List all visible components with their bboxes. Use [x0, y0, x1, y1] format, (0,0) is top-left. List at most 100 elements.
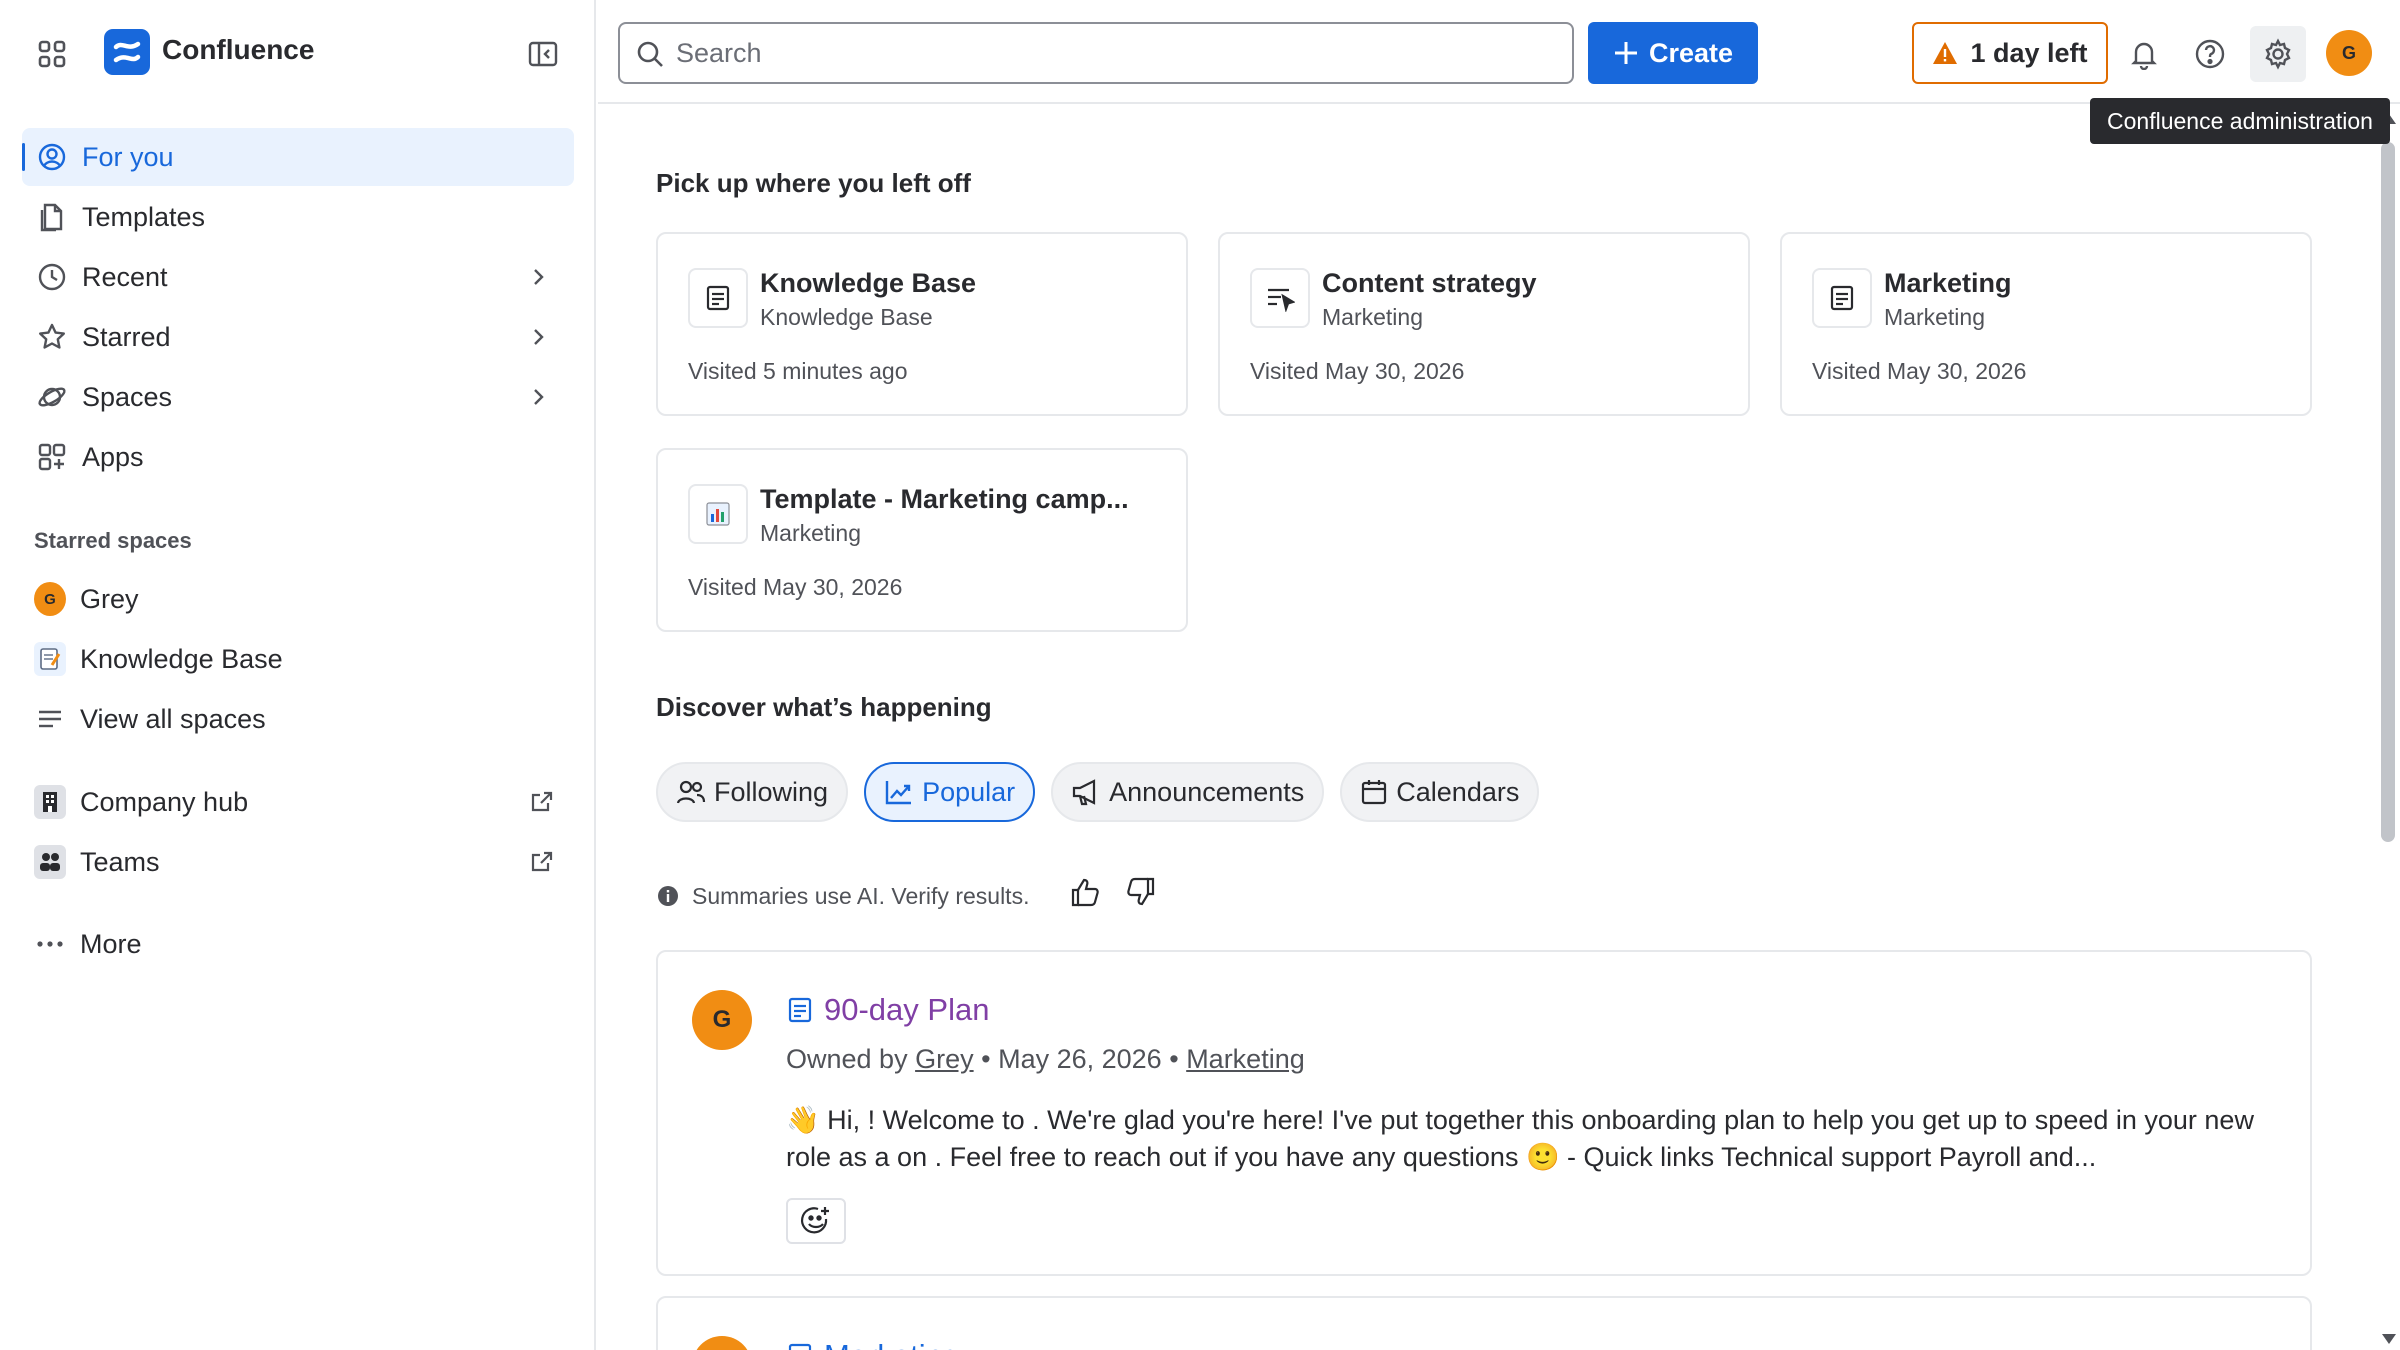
- card-title: Knowledge Base: [760, 268, 977, 298]
- feed-title-link[interactable]: 90-day Plan: [786, 992, 989, 1028]
- recent-card[interactable]: Knowledge Base Knowledge Base Visited 5 …: [656, 232, 1188, 416]
- scroll-down-icon[interactable]: [2382, 1334, 2396, 1344]
- sidebar-item-label: Spaces: [82, 381, 173, 412]
- chevron-right-icon[interactable]: [522, 261, 554, 293]
- sidebar-item-templates[interactable]: Templates: [22, 188, 574, 246]
- card-visited: Visited May 30, 2026: [688, 574, 903, 600]
- sidebar-item-apps[interactable]: Apps: [22, 428, 574, 486]
- recent-card[interactable]: Content strategy Marketing Visited May 3…: [1218, 232, 1750, 416]
- tab-following[interactable]: Following: [656, 762, 849, 822]
- sidebar-item-more[interactable]: More: [22, 915, 574, 973]
- card-space: Knowledge Base: [760, 304, 933, 330]
- sidebar-item-recent[interactable]: Recent: [22, 248, 574, 306]
- sidebar-item-teams[interactable]: Teams: [22, 833, 574, 891]
- external-link-icon[interactable]: [526, 786, 558, 818]
- tab-label: Calendars: [1396, 776, 1520, 807]
- discover-heading: Discover what’s happening: [656, 692, 992, 722]
- search-icon: [634, 38, 666, 70]
- top-bar: Search Create 1 day left G: [598, 0, 2400, 104]
- user-circle-icon: [36, 141, 68, 173]
- sidebar-item-label: Knowledge Base: [80, 643, 283, 674]
- sidebar-item-spaces[interactable]: Spaces: [22, 368, 574, 426]
- sidebar-space-knowledge-base[interactable]: Knowledge Base: [22, 630, 574, 688]
- tab-popular[interactable]: Popular: [864, 762, 1036, 822]
- list-icon: [34, 703, 66, 735]
- tab-label: Following: [714, 776, 829, 807]
- sidebar-item-label: View all spaces: [80, 703, 266, 734]
- thumbs-up-icon[interactable]: [1066, 872, 1106, 912]
- info-icon: [658, 886, 678, 906]
- add-reaction-icon[interactable]: [786, 1198, 846, 1244]
- whiteboard-icon: [1250, 268, 1310, 328]
- main-scrollbar[interactable]: [2378, 106, 2400, 1350]
- search-input[interactable]: Search: [618, 22, 1574, 84]
- author-avatar[interactable]: [692, 1336, 752, 1350]
- author-avatar[interactable]: G: [692, 990, 752, 1050]
- scrollbar-thumb[interactable]: [2381, 142, 2395, 842]
- tab-announcements[interactable]: Announcements: [1051, 762, 1325, 822]
- sidebar-item-for-you[interactable]: For you: [22, 128, 574, 186]
- feed-meta: Owned by Grey • May 26, 2026 • Marketing: [786, 1044, 1305, 1074]
- starred-spaces-list: G Grey Knowledge Base View all spaces: [22, 570, 574, 750]
- tab-calendars[interactable]: Calendars: [1340, 762, 1540, 822]
- plus-icon: [1614, 42, 1637, 64]
- card-space: Marketing: [1322, 304, 1423, 330]
- recent-card[interactable]: Template - Marketing camp... Marketing V…: [656, 448, 1188, 632]
- tab-label: Announcements: [1109, 776, 1305, 807]
- recent-heading: Pick up where you left off: [656, 168, 971, 198]
- sidebar-links: Company hub Teams: [22, 773, 574, 893]
- main-content: Pick up where you left off Knowledge Bas…: [598, 106, 2378, 1350]
- collapse-sidebar-icon[interactable]: [520, 32, 566, 76]
- sidebar-item-starred[interactable]: Starred: [22, 308, 574, 366]
- warning-icon: [1933, 42, 1958, 64]
- settings-gear-icon[interactable]: [2250, 26, 2306, 82]
- sidebar: Confluence For you Templates Recent Star…: [0, 0, 596, 1350]
- planet-icon: [36, 381, 68, 413]
- feed-item[interactable]: G 90-day Plan Owned by Grey • May 26, 20…: [656, 950, 2312, 1276]
- confluence-logo-icon[interactable]: [104, 29, 150, 75]
- thumbs-down-icon[interactable]: [1120, 872, 1160, 912]
- chevron-right-icon[interactable]: [522, 381, 554, 413]
- feed-title-link[interactable]: Marketing: [786, 1338, 960, 1350]
- owner-link[interactable]: Grey: [915, 1044, 974, 1074]
- page-icon: [1812, 268, 1872, 328]
- help-icon[interactable]: [2182, 26, 2238, 82]
- ai-disclaimer: Summaries use AI. Verify results.: [656, 876, 1029, 916]
- space-link[interactable]: Marketing: [1186, 1044, 1305, 1074]
- feed-item[interactable]: Marketing: [656, 1296, 2312, 1350]
- brand-name[interactable]: Confluence: [162, 34, 314, 66]
- external-link-icon[interactable]: [526, 846, 558, 878]
- admin-tooltip: Confluence administration: [2090, 98, 2390, 144]
- notifications-bell-icon[interactable]: [2116, 26, 2172, 82]
- apps-add-icon: [36, 441, 68, 473]
- recent-card[interactable]: Marketing Marketing Visited May 30, 2026: [1780, 232, 2312, 416]
- sidebar-item-label: Templates: [82, 201, 206, 232]
- sidebar-more: More: [22, 915, 574, 975]
- sidebar-item-label: Teams: [80, 846, 160, 877]
- sidebar-item-label: Apps: [82, 441, 144, 472]
- sidebar-item-company-hub[interactable]: Company hub: [22, 773, 574, 831]
- feed-summary: 👋 Hi, ! Welcome to . We're glad you're h…: [786, 1105, 2254, 1172]
- card-space: Marketing: [1884, 304, 1985, 330]
- chevron-right-icon[interactable]: [522, 321, 554, 353]
- people-icon: [676, 780, 706, 804]
- sidebar-item-label: Recent: [82, 261, 168, 292]
- star-icon: [36, 321, 68, 353]
- create-label: Create: [1648, 37, 1734, 68]
- sidebar-view-all-spaces[interactable]: View all spaces: [22, 690, 574, 748]
- more-dots-icon: [34, 928, 66, 960]
- card-space: Marketing: [760, 520, 861, 546]
- sidebar-space-grey[interactable]: G Grey: [22, 570, 574, 628]
- calendar-icon: [1362, 780, 1387, 805]
- card-visited: Visited 5 minutes ago: [688, 358, 908, 384]
- user-avatar[interactable]: G: [2326, 30, 2372, 76]
- create-button[interactable]: Create: [1588, 22, 1758, 84]
- sidebar-item-label: For you: [82, 141, 174, 172]
- card-visited: Visited May 30, 2026: [1250, 358, 1465, 384]
- app-switcher-icon[interactable]: [30, 32, 74, 76]
- page-icon: [688, 268, 748, 328]
- space-avatar: G: [34, 582, 66, 616]
- trial-days-left-button[interactable]: 1 day left: [1912, 22, 2108, 84]
- card-title: Marketing: [1884, 268, 2012, 298]
- megaphone-icon: [1073, 779, 1096, 806]
